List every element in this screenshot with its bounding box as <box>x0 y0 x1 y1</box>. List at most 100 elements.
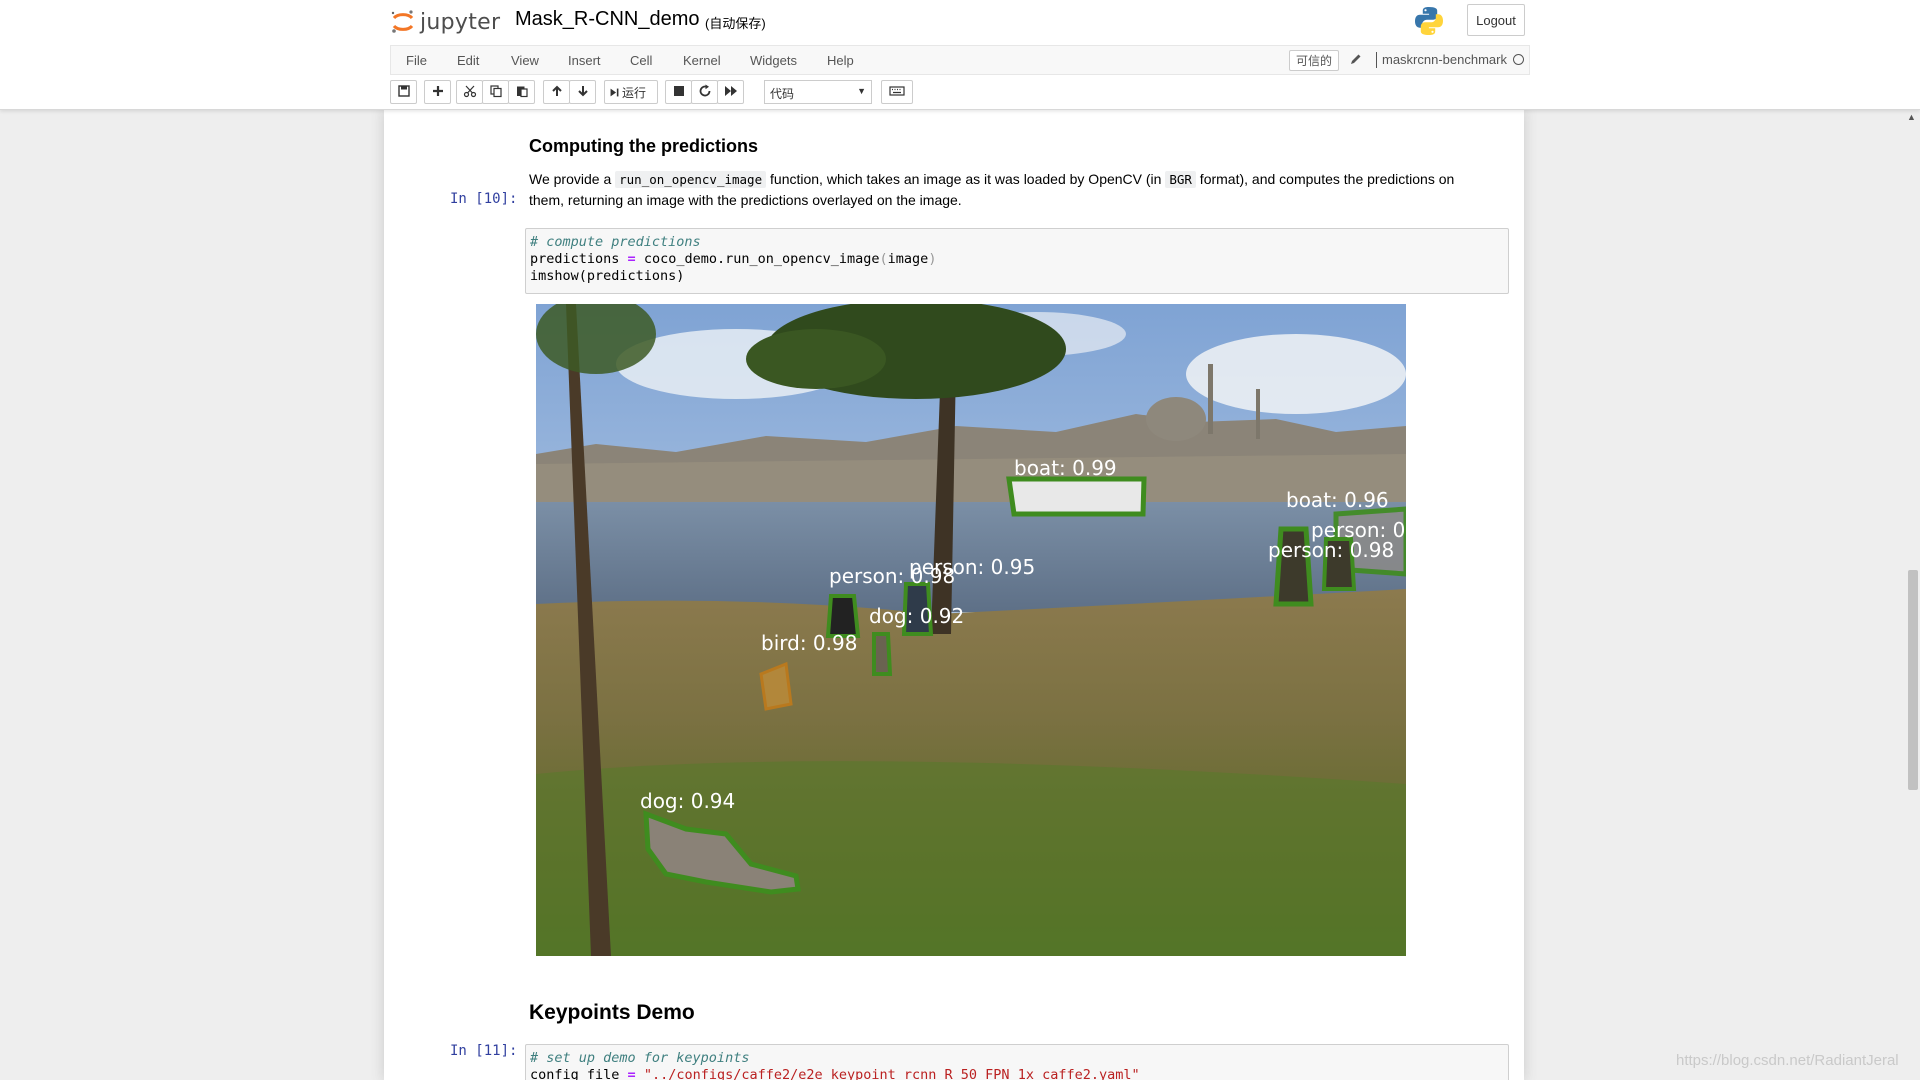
keyboard-icon <box>889 84 905 101</box>
code-paren: ) <box>928 251 937 267</box>
cell-prompt-10: In [10]: <box>450 191 518 207</box>
code-line: predictions = coco_demo.run_on_opencv_im… <box>530 251 1504 268</box>
python-logo-icon <box>1413 5 1445 37</box>
cell-type-value: 代码 <box>770 87 795 101</box>
label-boat-099: boat: 0.99 <box>1014 456 1117 480</box>
section-heading-predictions: Computing the predictions <box>529 136 758 156</box>
copy-icon <box>489 84 503 101</box>
para-text-1: We provide a <box>529 171 616 187</box>
code-comment: # set up demo for keypoints <box>530 1050 750 1066</box>
paste-icon <box>515 84 529 101</box>
code-token: predictions <box>530 251 628 267</box>
menu-view[interactable]: View <box>511 53 539 68</box>
save-button[interactable] <box>390 80 417 104</box>
arrow-up-icon <box>550 84 564 101</box>
run-label: 运行 <box>622 85 647 100</box>
notebook-name[interactable]: Mask_R-CNN_demo <box>515 8 700 31</box>
command-palette-button[interactable] <box>881 80 913 104</box>
jupyter-logo[interactable]: jupyter <box>390 7 500 37</box>
title-row: jupyter Mask_R-CNN_demo (自动保存) Logout <box>390 0 1530 44</box>
interrupt-button[interactable] <box>665 80 692 104</box>
inline-code-function: run_on_opencv_image <box>615 171 767 188</box>
person-mask <box>825 594 861 638</box>
trusted-indicator[interactable]: 可信的 <box>1289 50 1340 71</box>
cell-prompt-11: In [11]: <box>450 1043 518 1059</box>
move-up-button[interactable] <box>543 80 570 104</box>
code-line: imshow(predictions) <box>530 268 1504 285</box>
code-token: config_file <box>530 1067 628 1080</box>
kernel-name: maskrcnn-benchmark <box>1376 52 1507 68</box>
cell-type-select[interactable]: 代码 ▼ <box>764 80 872 104</box>
cut-cell-button[interactable] <box>456 80 483 104</box>
menu-kernel[interactable]: Kernel <box>683 53 721 68</box>
scroll-up-icon[interactable]: ▲ <box>1907 112 1916 122</box>
inline-code-bgr: BGR <box>1165 171 1196 188</box>
menu-widgets[interactable]: Widgets <box>750 53 797 68</box>
bird-mask <box>759 661 793 711</box>
label-bird-098: bird: 0.98 <box>761 631 857 655</box>
chevron-down-icon: ▼ <box>857 86 866 96</box>
menu-edit[interactable]: Edit <box>457 53 479 68</box>
paste-cell-button[interactable] <box>508 80 535 104</box>
boat-mask <box>1006 476 1147 517</box>
minaret <box>1256 389 1260 439</box>
jupyter-logo-icon <box>390 9 416 35</box>
code-token: coco_demo.run_on_opencv_image <box>635 251 880 267</box>
plus-icon <box>431 84 445 101</box>
arrow-down-icon <box>576 84 590 101</box>
restart-icon <box>698 84 712 101</box>
prediction-scene: boat: 0.99 boat: 0.96 person: 0.98 perso… <box>536 304 1406 956</box>
code-paren: ( <box>879 251 888 267</box>
cloud <box>1186 334 1406 414</box>
code-comment: # compute predictions <box>530 234 701 250</box>
run-icon <box>609 87 620 98</box>
label-dog-094: dog: 0.94 <box>640 789 735 813</box>
save-icon <box>397 84 411 101</box>
label-boat-096: boat: 0.96 <box>1286 488 1389 512</box>
code-line: # compute predictions <box>530 234 1504 251</box>
mosque-dome <box>1146 397 1206 441</box>
stop-icon <box>672 84 686 101</box>
logout-button[interactable]: Logout <box>1467 4 1525 36</box>
move-down-button[interactable] <box>569 80 596 104</box>
prediction-output-image: boat: 0.99 boat: 0.96 person: 0.98 perso… <box>536 304 1406 956</box>
code-string: "../configs/caffe2/e2e_keypoint_rcnn_R_5… <box>635 1067 1140 1080</box>
tree-canopy <box>746 329 886 389</box>
code-line: # set up demo for keypoints <box>530 1050 1504 1067</box>
menu-file[interactable]: File <box>406 53 427 68</box>
autosave-status: (自动保存) <box>705 16 766 31</box>
fast-forward-icon <box>724 84 738 101</box>
menu-cell[interactable]: Cell <box>630 53 652 68</box>
code-operator: = <box>627 251 636 267</box>
notebook-container: Computing the predictions We provide a r… <box>384 110 1524 1080</box>
section-heading-keypoints: Keypoints Demo <box>529 1001 695 1024</box>
notebook-header: jupyter Mask_R-CNN_demo (自动保存) Logout Fi… <box>0 0 1920 110</box>
markdown-paragraph: We provide a run_on_opencv_image functio… <box>529 169 1479 210</box>
menu-insert[interactable]: Insert <box>568 53 601 68</box>
insert-cell-button[interactable] <box>424 80 451 104</box>
label-dog-092: dog: 0.92 <box>869 604 964 628</box>
code-token: imshow(predictions) <box>530 268 685 284</box>
restart-run-all-button[interactable] <box>717 80 744 104</box>
code-token: image <box>887 251 929 267</box>
copy-cell-button[interactable] <box>482 80 509 104</box>
label-person-098-far: person: 0.98 <box>1268 538 1394 562</box>
code-operator: = <box>627 1067 636 1080</box>
pencil-icon[interactable] <box>1349 52 1363 66</box>
para-text-2: function, which takes an image as it was… <box>766 171 1166 187</box>
run-button[interactable]: 运行 <box>604 80 658 104</box>
logo-text: jupyter <box>420 9 501 35</box>
code-line: config_file = "../configs/caffe2/e2e_key… <box>530 1067 1504 1080</box>
toolbar: 运行 代码 ▼ <box>390 80 1530 106</box>
dog-mask <box>872 632 893 676</box>
restart-button[interactable] <box>691 80 718 104</box>
watermark: https://blog.csdn.net/RadiantJeral <box>1676 1052 1899 1069</box>
code-cell-10[interactable]: # compute predictions predictions = coco_… <box>525 228 1509 294</box>
code-cell-11[interactable]: # set up demo for keypoints config_file =… <box>525 1044 1509 1080</box>
menu-help[interactable]: Help <box>827 53 854 68</box>
menubar: File Edit View Insert Cell Kernel Widget… <box>390 45 1530 75</box>
minaret <box>1208 364 1213 434</box>
cut-icon <box>463 84 477 101</box>
label-person-098-center: person: 0.98 <box>829 564 955 588</box>
scrollbar-thumb[interactable] <box>1908 570 1918 790</box>
